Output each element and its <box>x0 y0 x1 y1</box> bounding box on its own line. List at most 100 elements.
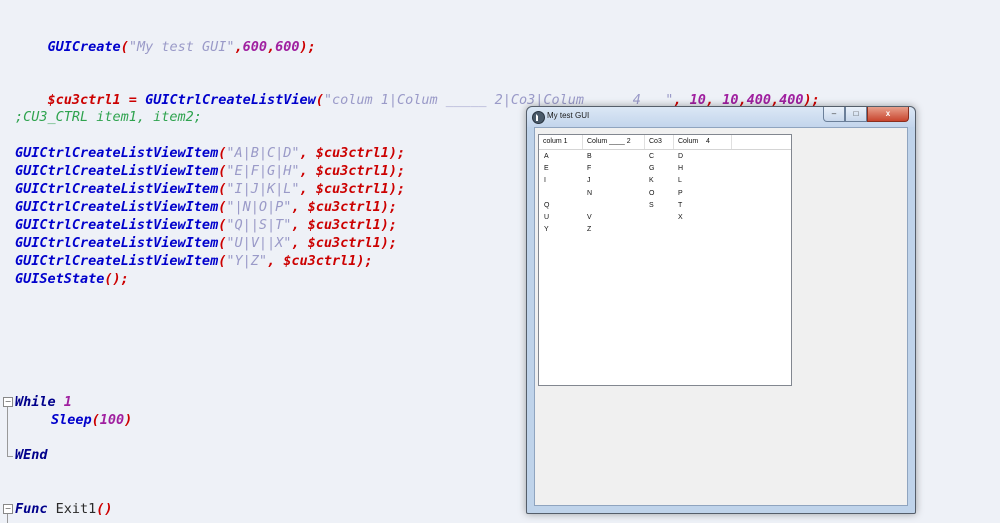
fold-toggle-icon[interactable]: − <box>3 504 13 514</box>
listview-cell[interactable]: J <box>587 177 591 184</box>
listview-cell[interactable]: L <box>678 177 682 184</box>
code-variable: $cu3ctrl1 <box>315 145 389 161</box>
code-paren: ( <box>91 412 100 428</box>
fold-guide-end <box>7 456 13 457</box>
listview-cell[interactable]: Q <box>544 202 549 209</box>
code-line-item[interactable]: GUICtrlCreateListViewItem("Y|Z", $cu3ctr… <box>15 252 373 270</box>
code-paren: () <box>104 271 121 287</box>
column-header[interactable]: Colum ____ 2 <box>583 135 645 149</box>
code-comma: , <box>234 39 243 55</box>
code-line-while[interactable]: While 1 <box>15 393 72 411</box>
code-function: GUICtrlCreateListViewItem <box>15 253 219 269</box>
code-comma: , <box>291 217 308 233</box>
listview-cell[interactable]: U <box>544 214 549 221</box>
column-header[interactable]: Colum 4 <box>674 135 732 149</box>
code-string: "Q||S|T" <box>226 217 292 233</box>
test-gui-window[interactable]: My test GUI – □ x colum 1 Colum ____ 2 C… <box>526 106 916 514</box>
listview-cell[interactable]: H <box>678 165 683 172</box>
code-number: 100 <box>99 412 125 428</box>
code-variable: $cu3ctrl1 <box>283 253 357 269</box>
code-line-sleep[interactable]: Sleep(100) <box>51 411 132 429</box>
code-variable: $cu3ctrl1 <box>315 163 389 179</box>
code-semicolon: ; <box>120 271 129 287</box>
listview-header: colum 1 Colum ____ 2 Co3 Colum 4 <box>539 135 791 150</box>
close-button[interactable]: x <box>867 107 909 122</box>
code-paren: ); <box>380 199 398 215</box>
listview-cell[interactable]: D <box>678 153 683 160</box>
code-paren: ( <box>120 39 129 55</box>
code-function: GUICtrlCreateListViewItem <box>15 217 219 233</box>
listview-cell[interactable]: K <box>649 177 654 184</box>
code-number: 1 <box>63 394 72 410</box>
code-comma: , <box>299 181 316 197</box>
code-line-item[interactable]: GUICtrlCreateListViewItem("A|B|C|D", $cu… <box>15 144 405 162</box>
listview-cell[interactable]: F <box>587 165 591 172</box>
code-line-item[interactable]: GUICtrlCreateListViewItem("I|J|K|L", $cu… <box>15 180 405 198</box>
window-titlebar[interactable]: My test GUI – □ x <box>527 107 915 127</box>
minimize-button[interactable]: – <box>823 107 845 122</box>
window-client-area: colum 1 Colum ____ 2 Co3 Colum 4 A B C D E F G… <box>534 127 908 506</box>
code-line-listview[interactable]: $cu3ctrl1 = GUICtrlCreateListView("colum… <box>15 73 820 108</box>
code-function: GUISetState <box>15 271 105 287</box>
code-string: "|N|O|P" <box>226 199 292 215</box>
code-paren: ); <box>388 145 406 161</box>
listview-cell[interactable]: A <box>544 153 549 160</box>
listview-cell[interactable]: C <box>649 153 654 160</box>
listview-cell[interactable]: P <box>678 190 683 197</box>
fold-guide-line <box>7 407 8 456</box>
maximize-button[interactable]: □ <box>845 107 867 122</box>
code-function: GUICtrlCreateListViewItem <box>15 145 219 161</box>
code-comma: , <box>291 235 308 251</box>
listview-cell[interactable]: B <box>587 153 592 160</box>
code-function: GUICtrlCreateListViewItem <box>15 163 219 179</box>
autoit-app-icon <box>532 111 545 124</box>
listview-cell[interactable]: V <box>587 214 592 221</box>
code-keyword: While <box>15 394 56 410</box>
window-title: My test GUI <box>547 111 590 120</box>
code-line-item[interactable]: GUICtrlCreateListViewItem("U|V||X", $cu3… <box>15 234 397 252</box>
fold-guide-line <box>7 514 8 523</box>
code-variable: $cu3ctrl1 <box>47 92 121 108</box>
code-comma: , <box>267 39 276 55</box>
code-paren: ); <box>388 181 406 197</box>
code-number: 600 <box>242 39 268 55</box>
fold-toggle-icon[interactable]: − <box>3 397 13 407</box>
code-number: 600 <box>275 39 300 55</box>
column-header[interactable]: colum 1 <box>539 135 583 149</box>
listview-cell[interactable]: O <box>649 190 654 197</box>
code-paren: ( <box>315 92 324 108</box>
code-line-setstate[interactable]: GUISetState(); <box>15 270 129 288</box>
code-variable: $cu3ctrl1 <box>307 217 381 233</box>
code-comma: , <box>266 253 284 269</box>
code-line-wend[interactable]: WEnd <box>15 446 48 464</box>
code-function: Sleep <box>51 412 92 428</box>
listview-cell[interactable]: T <box>678 202 682 209</box>
code-string: "My test GUI" <box>128 39 235 55</box>
listview-cell[interactable]: Z <box>587 226 591 233</box>
code-variable: $cu3ctrl1 <box>307 235 381 251</box>
code-string: "E|F|G|H" <box>226 163 300 179</box>
code-comment[interactable]: ;CU3_CTRL item1, item2; <box>15 108 202 126</box>
code-keyword: Func <box>15 501 48 517</box>
listview-cell[interactable]: G <box>649 165 654 172</box>
code-variable: $cu3ctrl1 <box>307 199 381 215</box>
column-header[interactable]: Co3 <box>645 135 674 149</box>
code-function: GUICreate <box>47 39 121 55</box>
listview-cell[interactable]: E <box>544 165 549 172</box>
code-line-item[interactable]: GUICtrlCreateListViewItem("|N|O|P", $cu3… <box>15 198 397 216</box>
listview-cell[interactable]: X <box>678 214 683 221</box>
listview-cell[interactable]: I <box>544 177 546 184</box>
code-line-func[interactable]: Func Exit1() <box>15 500 113 518</box>
code-line-item[interactable]: GUICtrlCreateListViewItem("E|F|G|H", $cu… <box>15 162 405 180</box>
code-paren: ); <box>380 217 398 233</box>
code-line-item[interactable]: GUICtrlCreateListViewItem("Q||S|T", $cu3… <box>15 216 397 234</box>
listview[interactable]: colum 1 Colum ____ 2 Co3 Colum 4 A B C D E F G… <box>538 134 792 386</box>
code-paren: ); <box>380 235 398 251</box>
window-controls: – □ x <box>823 107 909 122</box>
listview-cell[interactable]: Y <box>544 226 549 233</box>
code-paren: ); <box>388 163 406 179</box>
listview-cell[interactable]: S <box>649 202 654 209</box>
listview-cell[interactable]: N <box>587 190 592 197</box>
code-paren: () <box>96 501 113 517</box>
code-line-guicreate[interactable]: GUICreate("My test GUI",600,600); <box>15 20 316 55</box>
